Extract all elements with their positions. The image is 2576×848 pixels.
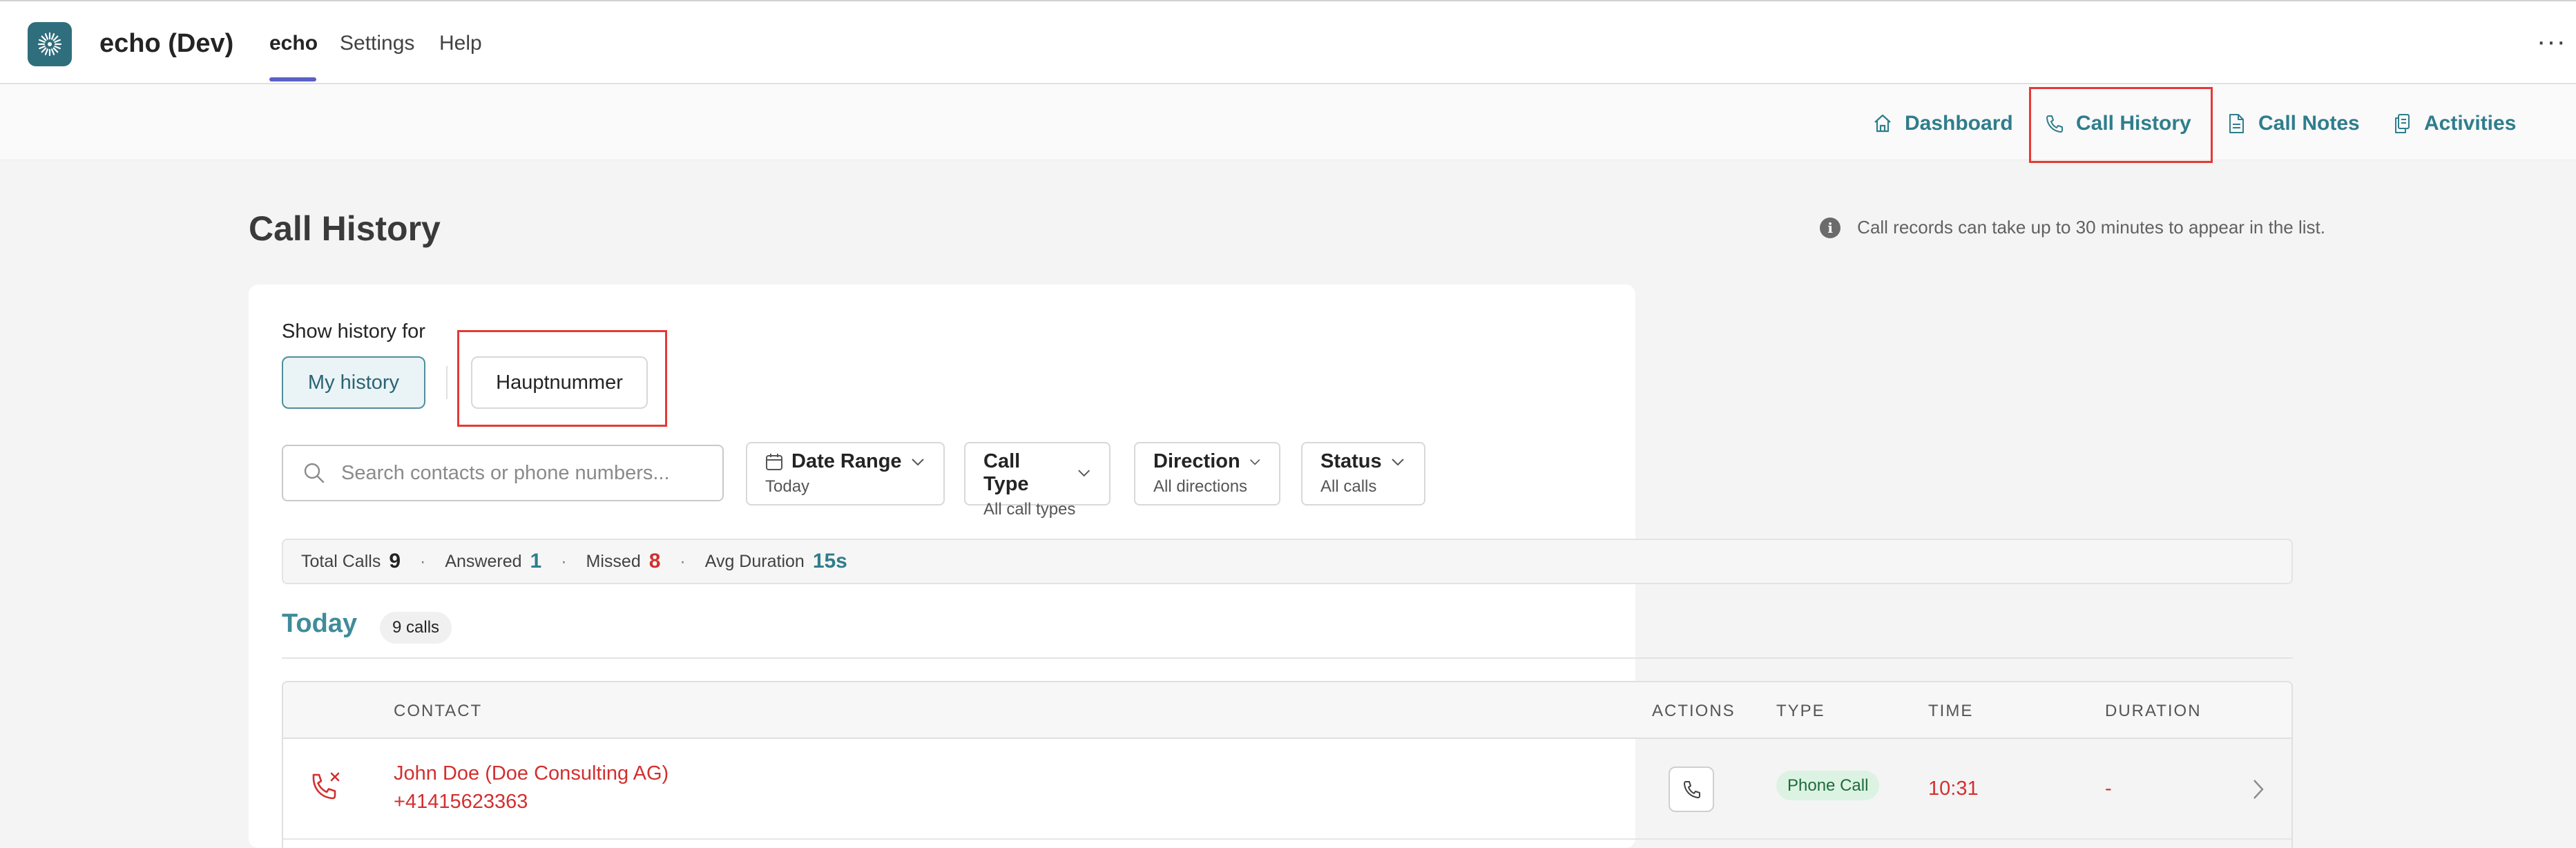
tab-help[interactable]: Help bbox=[439, 32, 482, 55]
chevron-down-icon bbox=[911, 458, 924, 465]
info-note-text: Call records can take up to 30 minutes t… bbox=[1857, 217, 2325, 238]
search-field[interactable] bbox=[282, 445, 724, 501]
page-title: Call History bbox=[249, 209, 441, 248]
chevron-down-icon bbox=[1391, 458, 1404, 465]
history-label: Show history for bbox=[282, 320, 425, 343]
header-time: TIME bbox=[1928, 702, 1974, 720]
highlight-hauptnummer bbox=[457, 330, 667, 427]
group-divider bbox=[282, 657, 2293, 659]
info-icon: i bbox=[1820, 217, 1841, 238]
stats-summary: Total Calls 9 · Answered 1 · Missed 8 · … bbox=[282, 539, 2293, 584]
header-actions: ACTIONS bbox=[1652, 702, 1736, 720]
call-back-button[interactable] bbox=[1669, 767, 1714, 812]
search-icon bbox=[304, 463, 325, 483]
my-history-button[interactable]: My history bbox=[282, 356, 425, 409]
stat-avg-value: 15s bbox=[812, 550, 847, 572]
highlight-call-history bbox=[2029, 87, 2213, 163]
info-note: i Call records can take up to 30 minutes… bbox=[1820, 217, 2325, 238]
missed-call-icon bbox=[308, 768, 347, 810]
calendar-icon bbox=[766, 453, 782, 470]
stat-answered-value: 1 bbox=[530, 550, 542, 572]
header-duration: DURATION bbox=[2105, 702, 2202, 720]
filter-call-type-label: Call Type bbox=[983, 450, 1029, 495]
table-header: CONTACT ACTIONS TYPE TIME DURATION bbox=[283, 682, 2291, 739]
call-type-badge: Phone Call bbox=[1776, 771, 1880, 800]
filter-direction[interactable]: Direction All directions bbox=[1134, 442, 1280, 505]
sunburst-icon bbox=[37, 32, 62, 57]
filter-status-label: Status bbox=[1320, 450, 1382, 472]
stat-avg-label: Avg Duration bbox=[704, 551, 805, 571]
chevron-right-icon[interactable] bbox=[2251, 778, 2265, 804]
table-row[interactable]: John Doe (Doe Consulting AG) +4141562336… bbox=[283, 739, 2291, 840]
contact-name[interactable]: John Doe (Doe Consulting AG) bbox=[394, 762, 669, 785]
search-input[interactable] bbox=[341, 461, 700, 485]
app-logo bbox=[28, 22, 72, 66]
header-contact: CONTACT bbox=[394, 702, 483, 720]
nav-call-notes[interactable]: Call Notes bbox=[2227, 112, 2360, 135]
document-icon bbox=[2229, 114, 2244, 133]
chevron-down-icon bbox=[1249, 459, 1260, 465]
filter-direction-value: All directions bbox=[1153, 477, 1248, 496]
filter-date-range-value: Today bbox=[765, 477, 810, 496]
filter-status-value: All calls bbox=[1320, 477, 1377, 496]
nav-activities[interactable]: Activities bbox=[2392, 112, 2516, 135]
call-table: CONTACT ACTIONS TYPE TIME DURATION John … bbox=[282, 681, 2293, 848]
stat-total-value: 9 bbox=[389, 550, 401, 572]
call-time: 10:31 bbox=[1928, 778, 1979, 800]
home-icon bbox=[1874, 114, 1891, 133]
app-title: echo (Dev) bbox=[99, 29, 234, 58]
tab-settings[interactable]: Settings bbox=[340, 32, 414, 55]
stat-missed-value: 8 bbox=[648, 550, 661, 572]
stat-total-label: Total Calls bbox=[301, 551, 381, 571]
filter-call-type[interactable]: Call Type All call types bbox=[964, 442, 1111, 519]
group-heading: Today bbox=[282, 609, 358, 638]
stat-missed-label: Missed bbox=[586, 551, 641, 571]
contact-number[interactable]: +41415623363 bbox=[394, 791, 669, 813]
nav-dashboard[interactable]: Dashboard bbox=[1873, 112, 2013, 135]
nav-activities-label: Activities bbox=[2424, 112, 2517, 135]
phone-icon bbox=[1684, 781, 1700, 798]
nav-call-notes-label: Call Notes bbox=[2258, 112, 2360, 135]
filter-call-type-value: All call types bbox=[983, 500, 1076, 519]
call-count-badge: 9 calls bbox=[380, 612, 452, 644]
history-separator bbox=[446, 366, 448, 399]
app-header: echo (Dev) echo Settings Help ··· bbox=[0, 0, 2576, 84]
call-duration: - bbox=[2105, 778, 2112, 800]
header-type: TYPE bbox=[1776, 702, 1825, 720]
tab-echo[interactable]: echo bbox=[269, 32, 318, 55]
nav-dashboard-label: Dashboard bbox=[1905, 112, 2013, 135]
contact-cell: John Doe (Doe Consulting AG) +4141562336… bbox=[394, 762, 669, 813]
chevron-down-icon bbox=[1077, 470, 1090, 477]
filter-date-range[interactable]: Date Range Today bbox=[746, 442, 945, 505]
stat-answered-label: Answered bbox=[445, 551, 522, 571]
active-tab-indicator bbox=[269, 77, 316, 81]
copy-icon bbox=[2395, 114, 2410, 133]
filter-direction-label: Direction bbox=[1153, 450, 1240, 472]
filter-date-range-label: Date Range bbox=[791, 450, 902, 472]
more-horizontal-icon[interactable]: ··· bbox=[2537, 28, 2566, 55]
filter-status[interactable]: Status All calls bbox=[1301, 442, 1425, 505]
call-history-card: Show history for My history Hauptnummer … bbox=[249, 285, 2293, 848]
